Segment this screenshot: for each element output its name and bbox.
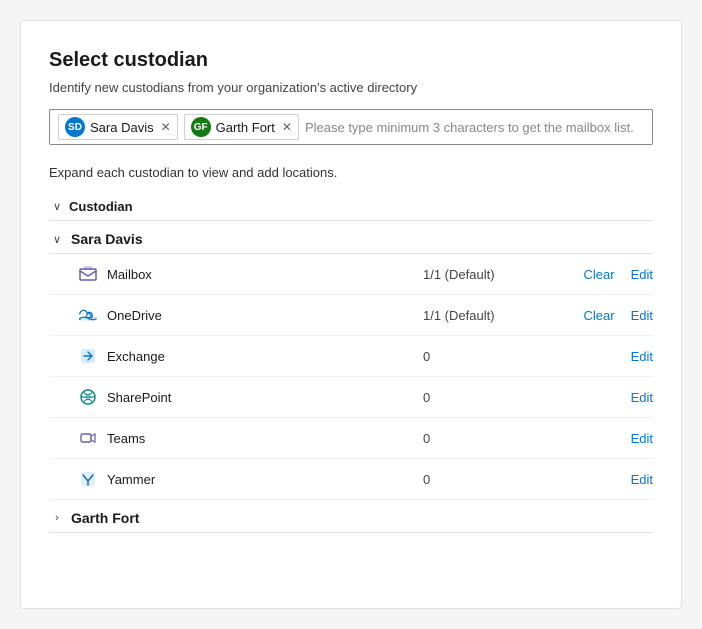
yammer-icon: [77, 468, 99, 490]
tag-label-sara-davis: Sara Davis: [90, 120, 154, 135]
onedrive-icon: [77, 304, 99, 326]
panel-title: Select custodian: [49, 49, 653, 72]
search-placeholder: Please type minimum 3 characters to get …: [305, 120, 644, 135]
row-mailbox: Mailbox 1/1 (Default) Clear Edit: [49, 254, 653, 295]
onedrive-label: OneDrive: [107, 308, 423, 323]
yammer-edit-button[interactable]: Edit: [631, 472, 653, 487]
exchange-value: 0: [423, 349, 553, 364]
mailbox-value: 1/1 (Default): [423, 267, 553, 282]
mailbox-label: Mailbox: [107, 267, 423, 282]
header-chevron[interactable]: ∨: [49, 198, 65, 214]
sharepoint-label: SharePoint: [107, 390, 423, 405]
exchange-label: Exchange: [107, 349, 423, 364]
tag-avatar-sd: SD: [65, 117, 85, 137]
mailbox-icon: [77, 263, 99, 285]
row-teams: Teams 0 Edit: [49, 418, 653, 459]
sharepoint-value: 0: [423, 390, 553, 405]
yammer-value: 0: [423, 472, 553, 487]
teams-edit-button[interactable]: Edit: [631, 431, 653, 446]
teams-actions: Edit: [553, 431, 653, 446]
tag-garth-fort: GF Garth Fort ✕: [184, 114, 299, 140]
table-header-label: Custodian: [69, 199, 133, 214]
tag-label-garth-fort: Garth Fort: [216, 120, 275, 135]
expand-note: Expand each custodian to view and add lo…: [49, 165, 653, 180]
onedrive-edit-button[interactable]: Edit: [631, 308, 653, 323]
sara-davis-chevron[interactable]: ∨: [49, 231, 65, 247]
exchange-edit-button[interactable]: Edit: [631, 349, 653, 364]
sara-davis-title: Sara Davis: [71, 231, 143, 247]
onedrive-actions: Clear Edit: [553, 308, 653, 323]
panel-subtitle: Identify new custodians from your organi…: [49, 80, 653, 95]
custodian-search-box[interactable]: SD Sara Davis ✕ GF Garth Fort ✕ Please t…: [49, 109, 653, 145]
tag-close-garth-fort[interactable]: ✕: [282, 120, 292, 134]
teams-value: 0: [423, 431, 553, 446]
garth-fort-title: Garth Fort: [71, 510, 139, 526]
garth-fort-chevron[interactable]: ›: [49, 510, 65, 526]
mailbox-clear-button[interactable]: Clear: [584, 267, 615, 282]
onedrive-clear-button[interactable]: Clear: [584, 308, 615, 323]
teams-icon: [77, 427, 99, 449]
sharepoint-actions: Edit: [553, 390, 653, 405]
tag-avatar-gf: GF: [191, 117, 211, 137]
mailbox-edit-button[interactable]: Edit: [631, 267, 653, 282]
row-yammer: Yammer 0 Edit: [49, 459, 653, 500]
sharepoint-edit-button[interactable]: Edit: [631, 390, 653, 405]
section-sara-davis[interactable]: ∨ Sara Davis: [49, 221, 653, 254]
tag-close-sara-davis[interactable]: ✕: [161, 120, 171, 134]
row-sharepoint: SharePoint 0 Edit: [49, 377, 653, 418]
mailbox-actions: Clear Edit: [553, 267, 653, 282]
teams-label: Teams: [107, 431, 423, 446]
row-onedrive: OneDrive 1/1 (Default) Clear Edit: [49, 295, 653, 336]
onedrive-value: 1/1 (Default): [423, 308, 553, 323]
yammer-actions: Edit: [553, 472, 653, 487]
row-exchange: Exchange 0 Edit: [49, 336, 653, 377]
select-custodian-panel: Select custodian Identify new custodians…: [20, 20, 682, 609]
exchange-icon: [77, 345, 99, 367]
exchange-actions: Edit: [553, 349, 653, 364]
yammer-label: Yammer: [107, 472, 423, 487]
table-header: ∨ Custodian: [49, 192, 653, 221]
tag-sara-davis: SD Sara Davis ✕: [58, 114, 178, 140]
sharepoint-icon: [77, 386, 99, 408]
section-garth-fort[interactable]: › Garth Fort: [49, 500, 653, 533]
